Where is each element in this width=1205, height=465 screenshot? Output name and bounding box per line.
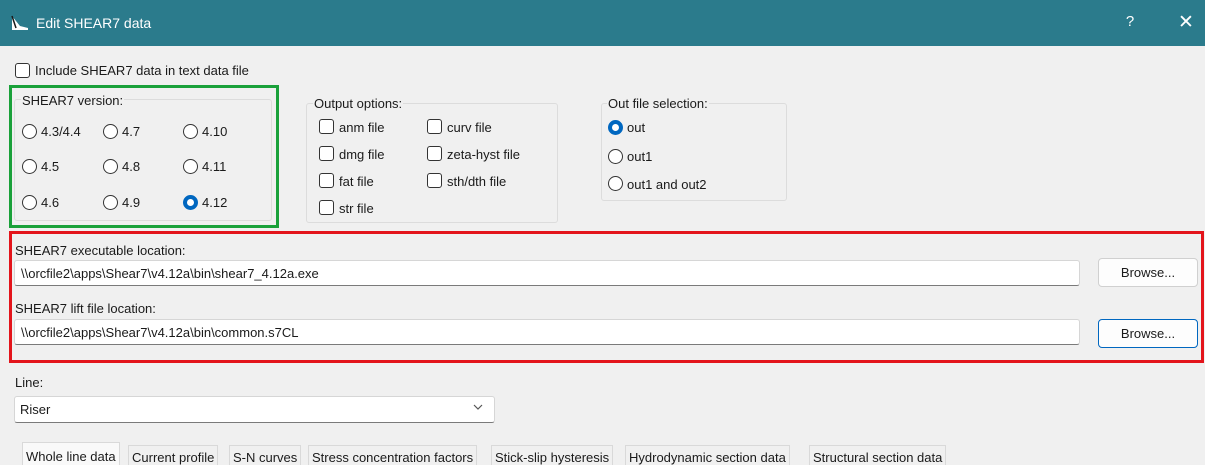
line-label: Line: — [15, 375, 44, 390]
line-dropdown-value: Riser — [20, 402, 51, 417]
line-dropdown[interactable]: Riser — [14, 396, 495, 423]
include-data-label: Include SHEAR7 data in text data file — [35, 63, 249, 78]
window-title: Edit SHEAR7 data — [36, 15, 152, 31]
out-file-option-label: out1 — [627, 149, 653, 164]
version-radio-4-8[interactable] — [103, 159, 118, 174]
str-file-checkbox[interactable] — [319, 200, 334, 215]
version-radio-4-11[interactable] — [183, 159, 198, 174]
close-button[interactable]: ✕ — [1174, 11, 1198, 34]
version-option-label: 4.10 — [202, 124, 228, 139]
lift-file-browse-button[interactable]: Browse... — [1098, 319, 1198, 348]
out-file-option-label: out — [627, 120, 646, 135]
help-button[interactable]: ? — [1120, 13, 1140, 30]
version-option-label: 4.9 — [122, 195, 141, 210]
tab-whole-line-data[interactable]: Whole line data — [22, 442, 120, 465]
version-option-label: 4.11 — [202, 159, 227, 174]
out1-radio[interactable] — [608, 149, 623, 164]
tab-stick-slip-hysteresis[interactable]: Stick-slip hysteresis — [491, 445, 614, 465]
output-option-label: fat file — [339, 174, 374, 189]
output-option-label: dmg file — [339, 147, 385, 162]
version-option-label: 4.3/4.4 — [41, 124, 81, 139]
output-option-label: str file — [339, 201, 374, 216]
version-radio-4-6[interactable] — [22, 195, 37, 210]
chevron-down-icon — [473, 404, 483, 410]
zeta-hyst-file-checkbox[interactable] — [427, 146, 442, 161]
out-file-selection-label: Out file selection: — [607, 96, 709, 111]
output-option-label: sth/dth file — [447, 174, 507, 189]
out1-and-out2-radio[interactable] — [608, 176, 623, 191]
version-option-label: 4.6 — [41, 195, 60, 210]
executable-location-input[interactable]: \\orcfile2\apps\Shear7\v4.12a\bin\shear7… — [14, 260, 1080, 286]
tab-s-n-curves[interactable]: S-N curves — [229, 445, 302, 465]
title-bar: Edit SHEAR7 data ? ✕ — [0, 0, 1205, 46]
out-radio[interactable] — [608, 120, 623, 135]
version-radio-4-3-4-4[interactable] — [22, 124, 37, 139]
version-option-label: 4.7 — [122, 124, 141, 139]
version-group-label: SHEAR7 version: — [21, 93, 125, 108]
tab-stress-concentration-factors[interactable]: Stress concentration factors — [308, 445, 478, 465]
executable-browse-button[interactable]: Browse... — [1098, 258, 1198, 287]
output-option-label: curv file — [447, 120, 492, 135]
version-radio-4-12[interactable] — [183, 195, 198, 210]
output-options-label: Output options: — [313, 96, 404, 111]
output-option-label: zeta-hyst file — [447, 147, 520, 162]
version-radio-4-7[interactable] — [103, 124, 118, 139]
version-radio-4-9[interactable] — [103, 195, 118, 210]
out-file-option-label: out1 and out2 — [627, 177, 707, 192]
fat-file-checkbox[interactable] — [319, 173, 334, 188]
anm-file-checkbox[interactable] — [319, 119, 334, 134]
tab-structural-section-data[interactable]: Structural section data — [809, 445, 947, 465]
version-option-label: 4.12 — [202, 195, 228, 210]
lift-file-location-input[interactable]: \\orcfile2\apps\Shear7\v4.12a\bin\common… — [14, 319, 1080, 345]
version-option-label: 4.5 — [41, 159, 60, 174]
version-radio-4-10[interactable] — [183, 124, 198, 139]
curv-file-checkbox[interactable] — [427, 119, 442, 134]
sth-dth-file-checkbox[interactable] — [427, 173, 442, 188]
dmg-file-checkbox[interactable] — [319, 146, 334, 161]
version-radio-4-5[interactable] — [22, 159, 37, 174]
tab-hydrodynamic-section-data[interactable]: Hydrodynamic section data — [625, 445, 790, 465]
output-option-label: anm file — [339, 120, 385, 135]
tab-current-profile[interactable]: Current profile — [128, 445, 219, 465]
executable-location-label: SHEAR7 executable location: — [15, 243, 186, 258]
app-icon — [11, 15, 28, 30]
include-data-checkbox[interactable] — [15, 63, 30, 78]
version-option-label: 4.8 — [122, 159, 141, 174]
lift-file-location-label: SHEAR7 lift file location: — [15, 301, 156, 316]
